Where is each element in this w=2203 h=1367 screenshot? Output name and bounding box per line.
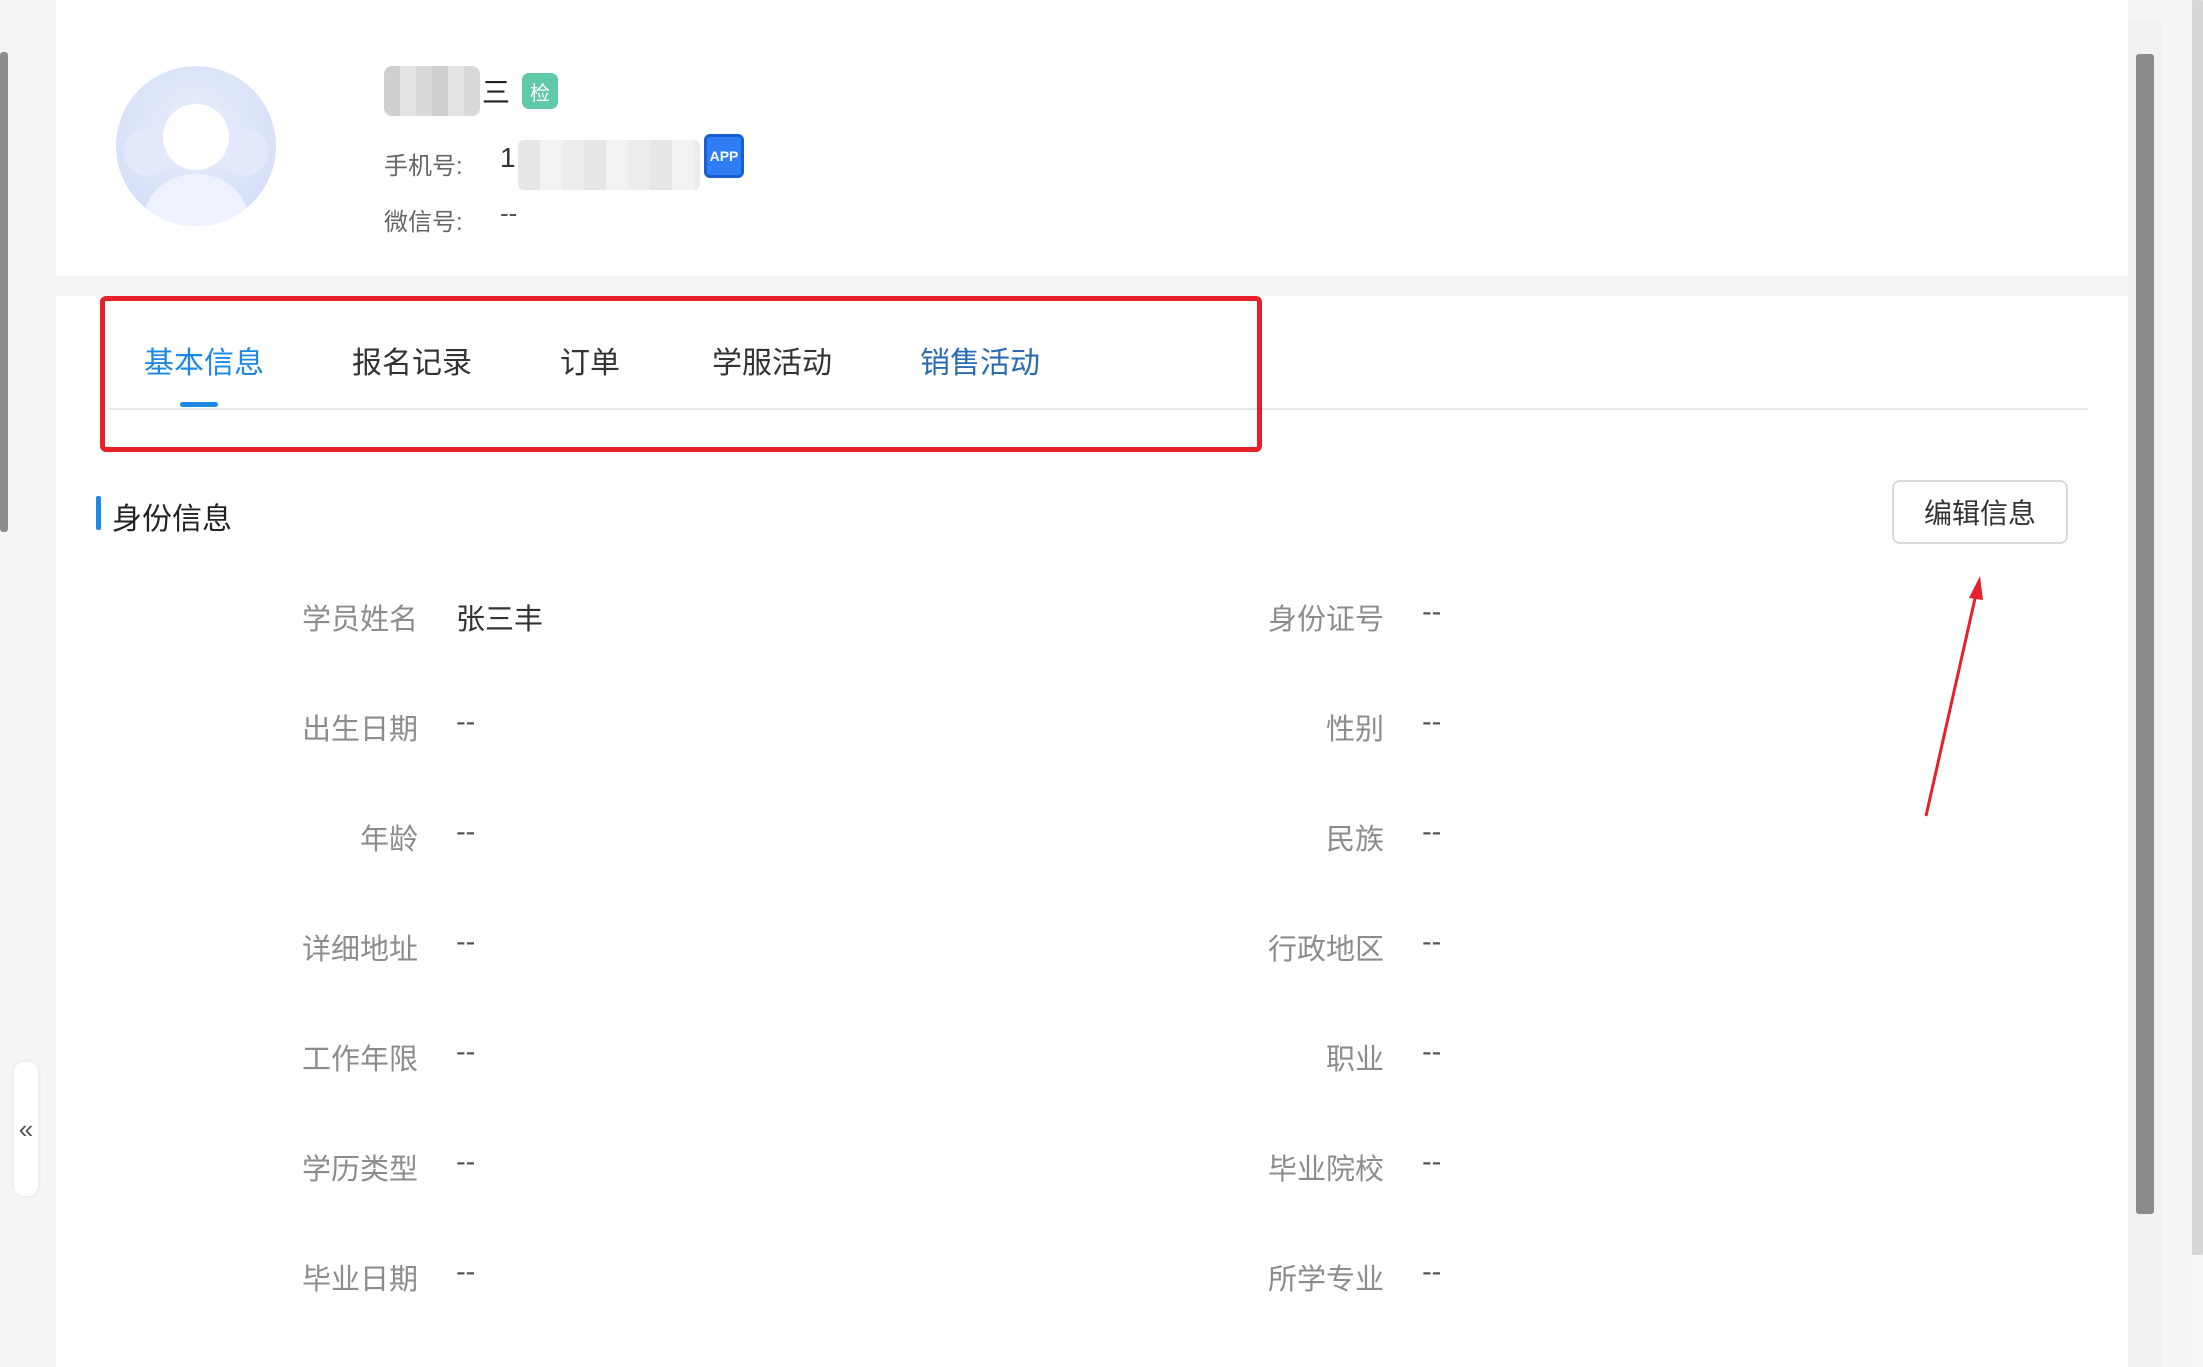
field-label-work-years: 工作年限 (301, 1044, 418, 1076)
main-content: 基本信息 报名记录 订单 学服活动 销售活动 身份信息 编辑信息 学员姓名 张三… (56, 296, 2128, 1367)
phone-label: 手机号: (384, 153, 463, 180)
field-label-birth-date: 出生日期 (301, 714, 418, 746)
field-value-graduation-date: -- (456, 1256, 476, 1288)
page-frame: « 三 检 手机号: 1 APP 微信号: -- 基本信息 报名记录 订单 学服… (0, 0, 2203, 1367)
field-value-region: -- (1422, 926, 1442, 958)
field-label-id-number: 身份证号 (1267, 604, 1384, 636)
left-scrollbar[interactable] (0, 52, 8, 532)
field-label-major: 所学专业 (1267, 1264, 1384, 1296)
field-value-work-years: -- (456, 1036, 476, 1068)
edit-info-button[interactable]: 编辑信息 (1892, 480, 2068, 544)
field-label-graduation-date: 毕业日期 (301, 1264, 418, 1296)
wechat-label: 微信号: (384, 209, 463, 236)
double-chevron-left-icon: « (18, 1113, 34, 1144)
avatar (116, 66, 276, 226)
student-name-row: 三 检 (384, 66, 559, 116)
section-accent-bar (96, 496, 101, 530)
field-value-graduate-school: -- (1422, 1146, 1442, 1178)
field-label-education-type: 学历类型 (301, 1154, 418, 1186)
field-value-address: -- (456, 926, 476, 958)
field-label-student-name: 学员姓名 (301, 604, 418, 636)
outer-scrollbar-thumb[interactable] (2192, 0, 2203, 1255)
wechat-value: -- (500, 198, 518, 228)
field-value-age: -- (456, 816, 476, 848)
field-label-graduate-school: 毕业院校 (1267, 1154, 1384, 1186)
field-label-address: 详细地址 (301, 934, 418, 966)
check-badge: 检 (522, 73, 559, 109)
field-value-birth-date: -- (456, 706, 476, 738)
tabs-highlight-annotation (100, 296, 1262, 452)
blurred-phone (518, 140, 700, 190)
app-icon: APP (704, 134, 744, 178)
field-label-age: 年龄 (359, 824, 418, 856)
field-value-student-name: 张三丰 (456, 604, 544, 636)
field-label-ethnicity: 民族 (1325, 824, 1384, 856)
field-value-gender: -- (1422, 706, 1442, 738)
section-title: 身份信息 (112, 503, 232, 536)
student-name-suffix: 三 (482, 77, 511, 108)
field-value-id-number: -- (1422, 596, 1442, 628)
field-value-education-type: -- (456, 1146, 476, 1178)
field-label-occupation: 职业 (1325, 1044, 1384, 1076)
field-label-gender: 性别 (1325, 714, 1384, 746)
field-value-major: -- (1422, 1256, 1442, 1288)
phone-value: 1 (500, 142, 516, 173)
field-value-occupation: -- (1422, 1036, 1442, 1068)
sidebar-expand-button[interactable]: « (14, 1062, 38, 1196)
blurred-name (384, 66, 480, 116)
field-value-ethnicity: -- (1422, 816, 1442, 848)
page-scrollbar-thumb[interactable] (2136, 54, 2154, 1214)
field-label-region: 行政地区 (1267, 934, 1384, 966)
profile-header: 三 检 手机号: 1 APP 微信号: -- (56, 0, 2128, 276)
